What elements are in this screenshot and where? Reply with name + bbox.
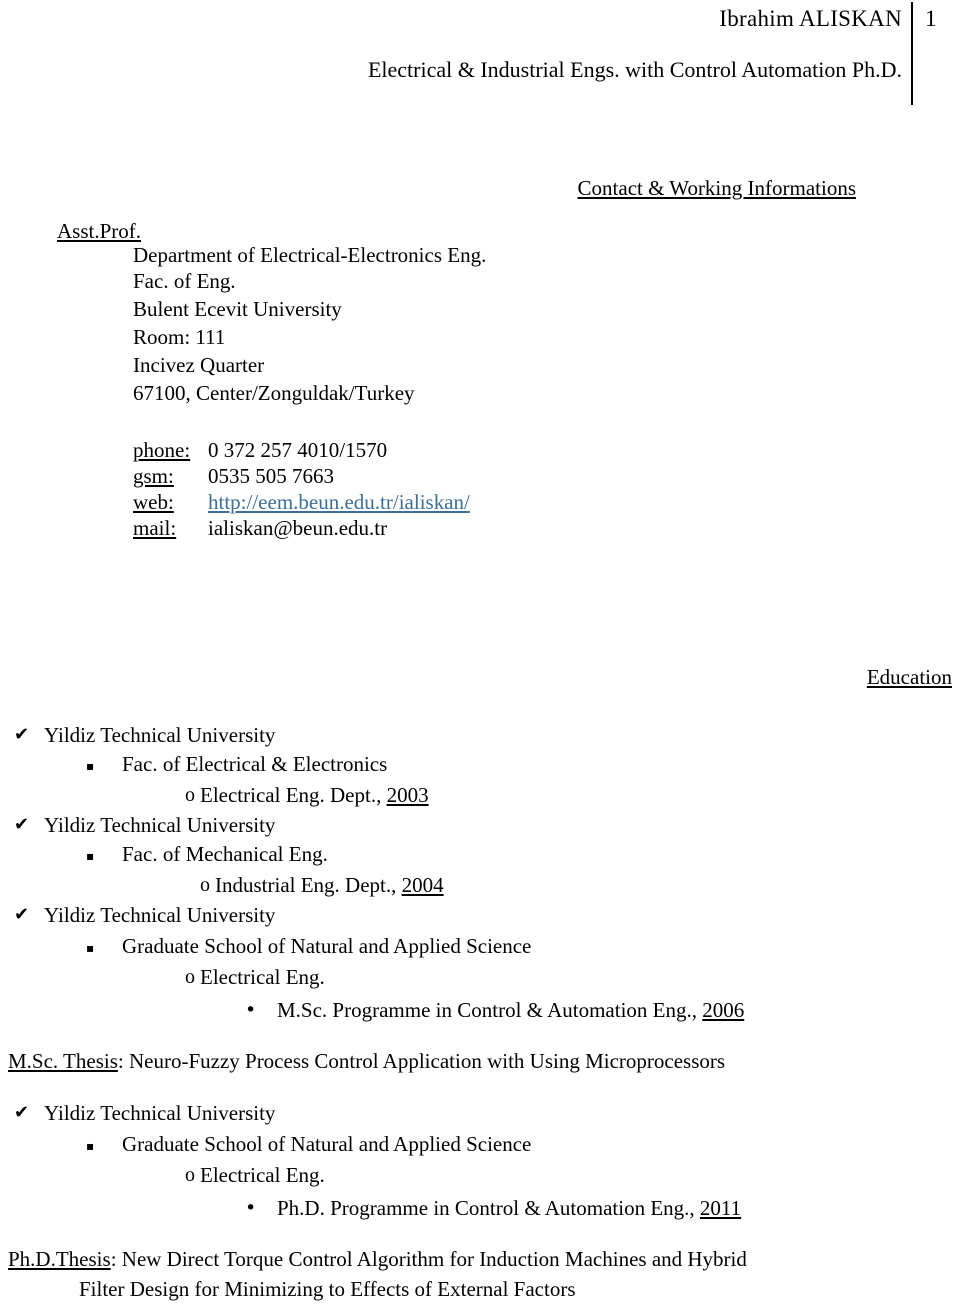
circle-bullet-icon: o [185,966,195,988]
square-bullet-icon: ▪ [86,849,95,863]
address-line-quarter: Incivez Quarter [133,353,265,377]
address-line-city: 67100, Center/Zonguldak/Turkey [133,381,415,405]
contact-value-mail: ialiskan@beun.edu.tr [208,516,388,540]
education-university: Yildiz Technical University [44,903,276,927]
phd-thesis-title-line-1: New Direct Torque Control Algorithm for … [121,1247,747,1271]
phd-thesis-line: Ph.D.Thesis: New Direct Torque Control A… [8,1246,747,1272]
education-faculty: Fac. of Electrical & Electronics [122,752,388,776]
square-bullet-icon: ▪ [86,759,95,773]
check-bullet-icon: ✔ [14,1102,30,1123]
circle-bullet-icon: o [185,1164,195,1186]
msc-thesis-separator: : [117,1049,129,1073]
contact-label-phone: phone: [133,438,191,462]
education-department: Electrical Eng. Dept., 2003 [200,782,429,808]
dot-bullet-icon: • [245,999,257,1021]
contact-label-gsm: gsm: [133,464,174,488]
address-line-faculty: Fac. of Eng. [133,269,236,293]
education-year: 2004 [401,873,444,897]
phd-thesis-label: Ph.D.Thesis [8,1247,111,1271]
education-department: Electrical Eng. [200,1163,325,1187]
contact-label-web: web: [133,490,174,514]
education-department-text: Industrial Eng. Dept., [215,873,402,897]
dot-bullet-icon: • [245,1197,257,1219]
education-faculty: Fac. of Mechanical Eng. [122,842,328,866]
education-year: 2003 [386,783,429,807]
education-faculty: Graduate School of Natural and Applied S… [122,934,532,958]
circle-bullet-icon: o [200,874,210,896]
check-bullet-icon: ✔ [14,724,30,745]
contact-value-gsm: 0535 505 7663 [208,464,334,488]
header-subtitle: Electrical & Industrial Engs. with Contr… [367,57,902,82]
address-line-department: Department of Electrical-Electronics Eng… [133,243,487,267]
address-line-room: Room: 111 [133,325,226,349]
msc-thesis-line: M.Sc. Thesis: Neuro-Fuzzy Process Contro… [8,1048,725,1074]
education-faculty: Graduate School of Natural and Applied S… [122,1132,532,1156]
education-department-text: Electrical Eng. Dept., [200,783,387,807]
education-year: 2011 [699,1196,742,1220]
contact-value-phone: 0 372 257 4010/1570 [208,438,388,462]
education-programme: M.Sc. Programme in Control & Automation … [277,997,744,1023]
education-programme: Ph.D. Programme in Control & Automation … [277,1195,741,1221]
education-programme-text: Ph.D. Programme in Control & Automation … [277,1196,700,1220]
education-university: Yildiz Technical University [44,813,276,837]
square-bullet-icon: ▪ [86,1139,95,1153]
msc-thesis-title: Neuro-Fuzzy Process Control Application … [128,1049,726,1073]
address-line-university: Bulent Ecevit University [133,297,342,321]
website-link[interactable]: http://eem.beun.edu.tr/ialiskan/ [208,490,470,514]
education-year: 2006 [702,998,745,1022]
check-bullet-icon: ✔ [14,814,30,835]
education-programme-text: M.Sc. Programme in Control & Automation … [277,998,703,1022]
square-bullet-icon: ▪ [86,941,95,955]
contact-value-web[interactable]: http://eem.beun.edu.tr/ialiskan/ [208,489,470,515]
header-author-name: Ibrahim ALISKAN [719,6,902,31]
education-department: Industrial Eng. Dept., 2004 [215,872,444,898]
phd-thesis-separator: : [110,1247,122,1271]
page-number: 1 [925,6,937,31]
phd-thesis-title-line-2: Filter Design for Minimizing to Effects … [79,1277,576,1301]
education-department: Electrical Eng. [200,965,325,989]
check-bullet-icon: ✔ [14,904,30,925]
education-university: Yildiz Technical University [44,1101,276,1125]
contact-label-mail: mail: [133,516,177,540]
msc-thesis-label: M.Sc. Thesis [8,1049,118,1073]
contact-section-heading: Contact & Working Informations [577,176,856,200]
circle-bullet-icon: o [185,784,195,806]
education-section-heading: Education [866,665,952,689]
header-vertical-rule [911,2,913,105]
education-university: Yildiz Technical University [44,723,276,747]
page-header: Ibrahim ALISKAN 1 Electrical & Industria… [0,0,960,108]
role-title: Asst.Prof. [57,219,142,243]
document-page: Ibrahim ALISKAN 1 Electrical & Industria… [0,0,960,1306]
